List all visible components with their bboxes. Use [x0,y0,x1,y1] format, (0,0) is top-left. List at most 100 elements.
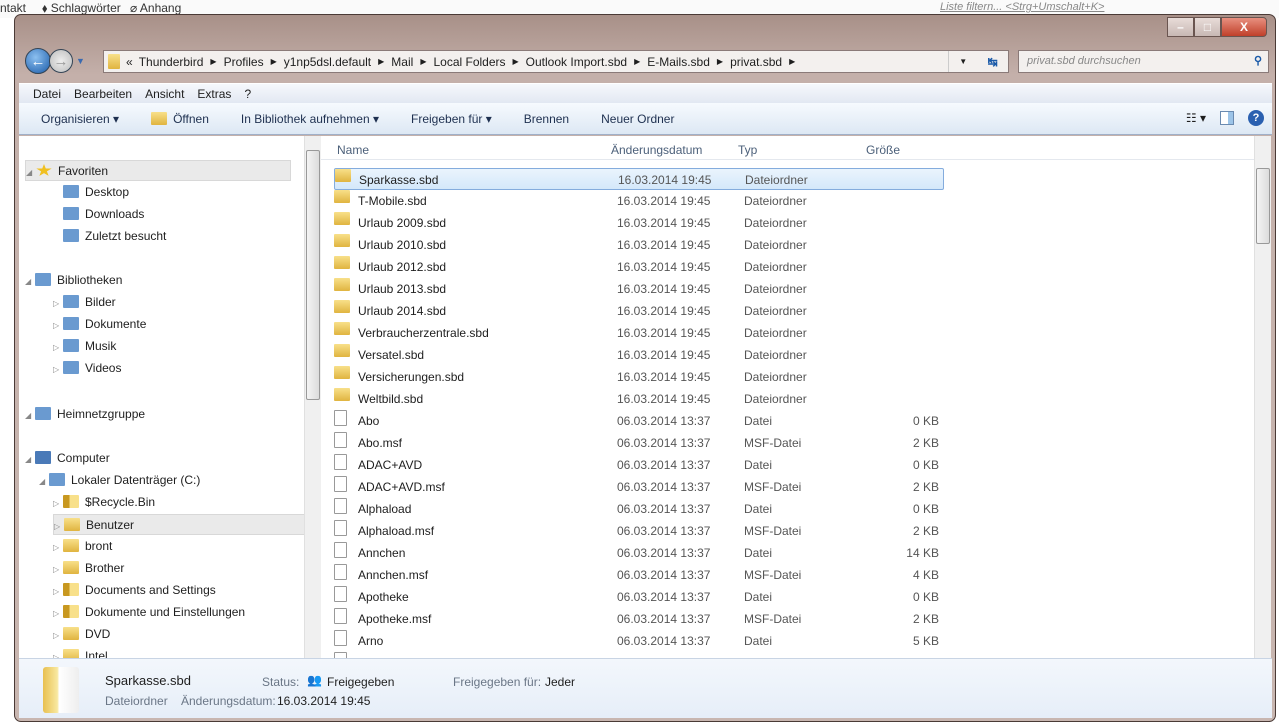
file-row[interactable]: ADAC+AVD 06.03.2014 13:37 Datei 0 KB [334,454,944,476]
navigation-scrollbar[interactable] [304,136,321,658]
tree-item[interactable]: ▷ Musik [53,336,116,357]
file-row[interactable]: Abo.msf 06.03.2014 13:37 MSF-Datei 2 KB [334,432,944,454]
expand-arrow-icon[interactable]: ◢ [25,405,35,426]
breadcrumb-item[interactable]: Thunderbird [139,55,204,69]
breadcrumb-item[interactable]: Local Folders [433,55,505,69]
minimize-button[interactable]: – [1167,17,1194,37]
new-folder-button[interactable]: Neuer Ordner [601,112,674,126]
breadcrumb-item[interactable]: Mail [391,55,413,69]
expand-arrow-icon[interactable]: ▷ [53,581,63,602]
tree-item[interactable]: ◢ Computer [25,448,110,469]
tree-item[interactable]: Zuletzt besucht [53,226,166,247]
expand-arrow-icon[interactable]: ▷ [53,293,63,314]
expand-arrow-icon[interactable]: ▷ [53,625,63,646]
expand-arrow-icon[interactable]: ◢ [25,449,35,470]
breadcrumb-item[interactable]: E-Mails.sbd [647,55,710,69]
breadcrumb-chevron-icon[interactable]: ▶ [271,57,277,66]
expand-arrow-icon[interactable]: ▷ [53,315,63,336]
refresh-icon[interactable]: ↹ [988,55,998,69]
file-row[interactable]: Versicherungen.sbd 16.03.2014 19:45 Dateio… [334,366,944,388]
tree-item[interactable]: ◢ Bibliotheken [25,270,122,291]
address-overflow[interactable]: « [126,55,133,69]
recent-pages-dropdown[interactable]: ▼ [76,56,85,66]
column-size[interactable]: Größe [866,143,900,157]
tree-item[interactable]: ▷ bront [53,536,112,557]
expand-arrow-icon[interactable]: ▷ [53,647,63,658]
menu-item[interactable]: Extras [197,87,231,101]
file-row[interactable]: T-Mobile.sbd 16.03.2014 19:45 Dateiordner [334,190,944,212]
file-row[interactable]: Apotheke 06.03.2014 13:37 Datei 0 KB [334,586,944,608]
tree-item[interactable]: ▷ Brother [53,558,124,579]
tree-item[interactable]: ▷ Videos [53,358,121,379]
file-row[interactable]: Annchen 06.03.2014 13:37 Datei 14 KB [334,542,944,564]
tree-item[interactable]: ◢ Favoriten [25,160,291,181]
add-to-library-button[interactable]: In Bibliothek aufnehmen ▾ [241,112,379,126]
breadcrumb-chevron-icon[interactable]: ▶ [210,57,216,66]
menu-item[interactable]: Ansicht [145,87,184,101]
expand-arrow-icon[interactable]: ◢ [25,271,35,292]
forward-button[interactable]: → [49,49,73,73]
file-row[interactable]: Annchen.msf 06.03.2014 13:37 MSF-Datei 4 KB [334,564,944,586]
tree-item[interactable]: ▷ Dokumente [53,314,146,335]
tree-item[interactable]: Desktop [53,182,129,203]
menu-item[interactable]: Bearbeiten [74,87,132,101]
tree-item[interactable]: ▷ $Recycle.Bin [53,492,155,513]
expand-arrow-icon[interactable]: ▷ [53,359,63,380]
column-type[interactable]: Typ [738,143,757,157]
tree-item[interactable]: ▷ Intel [53,646,108,658]
file-row[interactable]: Urlaub 2010.sbd 16.03.2014 19:45 Dateiordn… [334,234,944,256]
tree-item[interactable]: ▷ Bilder [53,292,116,313]
tree-item[interactable]: ◢ Heimnetzgruppe [25,404,145,425]
help-icon[interactable]: ? [1248,110,1264,126]
file-row[interactable]: Urlaub 2014.sbd 16.03.2014 19:45 Dateiordn… [334,300,944,322]
tree-item[interactable]: ▷ DVD [53,624,110,645]
expand-arrow-icon[interactable]: ▷ [53,493,63,514]
file-row[interactable]: Versatel.sbd 16.03.2014 19:45 Dateiordner [334,344,944,366]
menu-item[interactable]: Datei [33,87,61,101]
burn-button[interactable]: Brennen [524,112,569,126]
bg-filter-input[interactable]: Liste filtern... <Strg+Umschalt+K> [940,1,1270,13]
file-row[interactable]: Alphaload.msf 06.03.2014 13:37 MSF-Datei 2 … [334,520,944,542]
address-bar[interactable]: « Thunderbird ▶ Profiles ▶ y1np5dsl.default ▶… [103,50,1009,73]
file-row[interactable]: Sparkasse.sbd 16.03.2014 19:45 Dateiordner [334,168,944,190]
file-row[interactable]: Alphaload 06.03.2014 13:37 Datei 0 KB [334,498,944,520]
tree-item[interactable]: ▷ Dokumente und Einstellungen [53,602,245,623]
preview-pane-icon[interactable] [1220,111,1234,125]
address-dropdown[interactable]: ▼ [959,57,967,66]
file-row[interactable]: Verbraucherzentrale.sbd 16.03.2014 19:45 D… [334,322,944,344]
expand-arrow-icon[interactable]: ▷ [53,337,63,358]
column-name[interactable]: Name [337,143,369,157]
file-row[interactable]: Abo 06.03.2014 13:37 Datei 0 KB [334,410,944,432]
expand-arrow-icon[interactable]: ▷ [53,559,63,580]
breadcrumb-chevron-icon[interactable]: ▶ [634,57,640,66]
expand-arrow-icon[interactable]: ▷ [54,516,64,537]
expand-arrow-icon[interactable]: ▷ [53,537,63,558]
file-row[interactable]: Urlaub 2009.sbd 16.03.2014 19:45 Dateiordn… [334,212,944,234]
expand-arrow-icon[interactable]: ◢ [39,471,49,492]
organize-button[interactable]: Organisieren ▾ [41,112,119,126]
file-row[interactable]: Urlaub 2012.sbd 16.03.2014 19:45 Dateiordn… [334,256,944,278]
maximize-button[interactable]: □ [1194,17,1221,37]
expand-arrow-icon[interactable]: ▷ [53,603,63,624]
breadcrumb-item[interactable]: Outlook Import.sbd [526,55,627,69]
open-button[interactable]: Öffnen [151,111,209,126]
file-list-scrollbar[interactable] [1254,136,1271,658]
back-button[interactable]: ← [25,48,51,74]
breadcrumb-chevron-icon[interactable]: ▶ [513,57,519,66]
search-icon[interactable]: ⚲ [1254,54,1262,67]
tree-item[interactable]: Downloads [53,204,144,225]
tree-item[interactable]: ▷ Documents and Settings [53,580,216,601]
close-button[interactable]: X [1221,17,1267,37]
expand-arrow-icon[interactable]: ◢ [26,162,36,183]
breadcrumb-chevron-icon[interactable]: ▶ [789,57,795,66]
menu-item[interactable]: ? [244,87,251,101]
breadcrumb-chevron-icon[interactable]: ▶ [378,57,384,66]
breadcrumb-item[interactable]: Profiles [224,55,264,69]
file-row[interactable]: Urlaub 2013.sbd 16.03.2014 19:45 Dateiordn… [334,278,944,300]
breadcrumb-chevron-icon[interactable]: ▶ [420,57,426,66]
file-row[interactable]: Apotheke.msf 06.03.2014 13:37 MSF-Datei 2 K… [334,608,944,630]
file-row[interactable]: Weltbild.sbd 16.03.2014 19:45 Dateiordner [334,388,944,410]
share-with-button[interactable]: Freigeben für ▾ [411,112,492,126]
bg-attachment[interactable]: ⌀ Anhang [130,1,181,15]
file-row[interactable]: ADAC+AVD.msf 06.03.2014 13:37 MSF-Datei 2 K… [334,476,944,498]
